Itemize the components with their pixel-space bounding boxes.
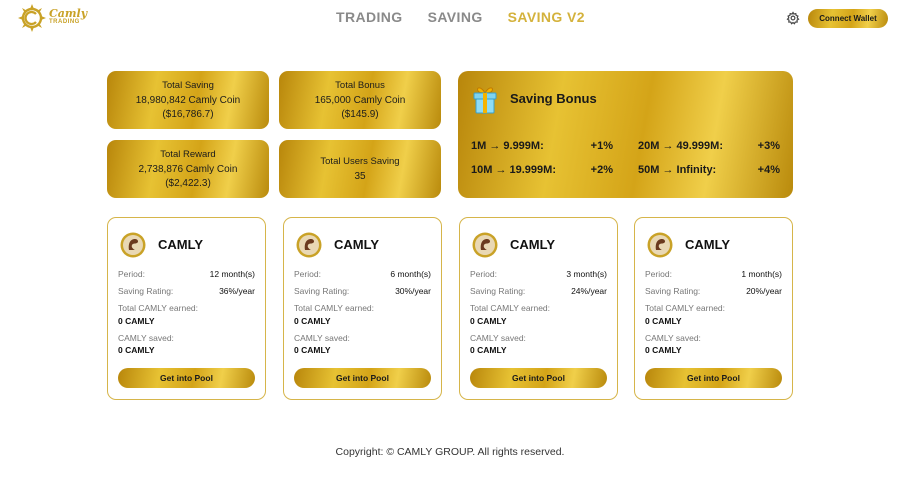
total-users-card: Total Users Saving 35	[279, 140, 441, 198]
get-into-pool-button[interactable]: Get into Pool	[470, 368, 607, 388]
period-row: Period: 12 month(s)	[118, 269, 255, 279]
total-bonus-title: Total Bonus	[335, 79, 385, 91]
tier-rate-4: +4%	[757, 164, 780, 176]
total-bonus-card: Total Bonus 165,000 Camly Coin ($145.9)	[279, 71, 441, 129]
rating-row: Saving Rating: 20%/year	[645, 286, 782, 296]
pool-name: CAMLY	[334, 237, 380, 252]
tier-range-1: 1M → 9.999M:	[471, 140, 544, 152]
total-reward-title: Total Reward	[160, 148, 216, 160]
saved-value: 0 CAMLY	[118, 345, 155, 355]
saved-label: CAMLY saved:	[645, 333, 701, 343]
total-saving-amount: 18,980,842 Camly Coin	[135, 94, 241, 106]
pool-card-1m: CAMLY Period: 1 month(s) Saving Rating: …	[634, 217, 793, 400]
period-label: Period:	[645, 269, 672, 279]
period-label: Period:	[294, 269, 321, 279]
total-saving-usd: ($16,786.7)	[162, 108, 214, 120]
pool-name: CAMLY	[158, 237, 204, 252]
nav-trading[interactable]: TRADING	[336, 9, 403, 25]
earned-value: 0 CAMLY	[645, 316, 682, 326]
total-users-count: 35	[354, 170, 366, 182]
get-into-pool-button[interactable]: Get into Pool	[294, 368, 431, 388]
total-users-title: Total Users Saving	[320, 155, 400, 167]
logo-line1: Camly	[49, 7, 88, 20]
earned-label: Total CAMLY earned:	[470, 303, 551, 313]
logo[interactable]: Camly TRADING	[17, 3, 89, 33]
rating-row: Saving Rating: 36%/year	[118, 286, 255, 296]
earned-value: 0 CAMLY	[294, 316, 331, 326]
pool-name: CAMLY	[685, 237, 731, 252]
logo-text: Camly TRADING	[49, 7, 88, 27]
saved-label: CAMLY saved:	[470, 333, 526, 343]
period-value: 12 month(s)	[209, 269, 255, 279]
total-bonus-usd: ($145.9)	[341, 108, 379, 120]
earned-value: 0 CAMLY	[118, 316, 155, 326]
earned-label: Total CAMLY earned:	[645, 303, 726, 313]
pool-name: CAMLY	[510, 237, 556, 252]
pool-card-3m: CAMLY Period: 3 month(s) Saving Rating: …	[459, 217, 618, 400]
saving-bonus-panel: Saving Bonus 1M → 9.999M: +1% 20M → 49.9…	[458, 71, 793, 198]
gift-icon	[473, 87, 497, 114]
saving-bonus-title: Saving Bonus	[510, 91, 597, 106]
connect-wallet-button[interactable]: Connect Wallet	[808, 9, 888, 28]
period-value: 1 month(s)	[741, 269, 782, 279]
saved-value: 0 CAMLY	[470, 345, 507, 355]
rating-label: Saving Rating:	[294, 286, 350, 296]
camly-coin-icon	[472, 232, 498, 258]
rating-value: 30%/year	[395, 286, 431, 296]
tier-rate-1: +1%	[590, 140, 613, 152]
rating-value: 20%/year	[746, 286, 782, 296]
footer-copyright: Copyright: © CAMLY GROUP. All rights res…	[335, 446, 565, 458]
tier-range-4: 50M → Infinity:	[638, 164, 717, 176]
tier-rate-3: +3%	[757, 140, 780, 152]
tier-range-2: 10M → 19.999M:	[471, 164, 556, 176]
camly-coin-icon	[120, 232, 146, 258]
pool-card-6m: CAMLY Period: 6 month(s) Saving Rating: …	[283, 217, 442, 400]
camly-coin-icon	[296, 232, 322, 258]
earned-label: Total CAMLY earned:	[294, 303, 375, 313]
period-value: 6 month(s)	[390, 269, 431, 279]
total-saving-card: Total Saving 18,980,842 Camly Coin ($16,…	[107, 71, 269, 129]
rating-value: 24%/year	[571, 286, 607, 296]
period-row: Period: 3 month(s)	[470, 269, 607, 279]
main-nav: TRADING SAVING SAVING V2	[336, 9, 585, 25]
saved-label: CAMLY saved:	[294, 333, 350, 343]
rating-value: 36%/year	[219, 286, 255, 296]
pool-card-12m: CAMLY Period: 12 month(s) Saving Rating:…	[107, 217, 266, 400]
total-bonus-amount: 165,000 Camly Coin	[314, 94, 406, 106]
total-reward-card: Total Reward 2,738,876 Camly Coin ($2,42…	[107, 140, 269, 198]
saved-value: 0 CAMLY	[294, 345, 331, 355]
tier-rate-2: +2%	[590, 164, 613, 176]
logo-mark-icon	[18, 4, 46, 32]
period-label: Period:	[118, 269, 145, 279]
period-value: 3 month(s)	[566, 269, 607, 279]
rating-label: Saving Rating:	[645, 286, 701, 296]
total-saving-title: Total Saving	[162, 79, 214, 91]
earned-label: Total CAMLY earned:	[118, 303, 199, 313]
get-into-pool-button[interactable]: Get into Pool	[118, 368, 255, 388]
nav-saving[interactable]: SAVING	[428, 9, 483, 25]
rating-label: Saving Rating:	[118, 286, 174, 296]
header: Camly TRADING TRADING SAVING SAVING V2 C…	[0, 0, 900, 36]
period-row: Period: 6 month(s)	[294, 269, 431, 279]
rating-label: Saving Rating:	[470, 286, 526, 296]
get-into-pool-button[interactable]: Get into Pool	[645, 368, 782, 388]
total-reward-usd: ($2,422.3)	[165, 177, 211, 189]
period-label: Period:	[470, 269, 497, 279]
gear-icon[interactable]	[786, 11, 800, 25]
rating-row: Saving Rating: 24%/year	[470, 286, 607, 296]
camly-coin-icon	[647, 232, 673, 258]
saved-value: 0 CAMLY	[645, 345, 682, 355]
total-reward-amount: 2,738,876 Camly Coin	[138, 163, 238, 175]
period-row: Period: 1 month(s)	[645, 269, 782, 279]
tier-range-3: 20M → 49.999M:	[638, 140, 723, 152]
earned-value: 0 CAMLY	[470, 316, 507, 326]
rating-row: Saving Rating: 30%/year	[294, 286, 431, 296]
nav-saving-v2[interactable]: SAVING V2	[508, 9, 585, 25]
saved-label: CAMLY saved:	[118, 333, 174, 343]
